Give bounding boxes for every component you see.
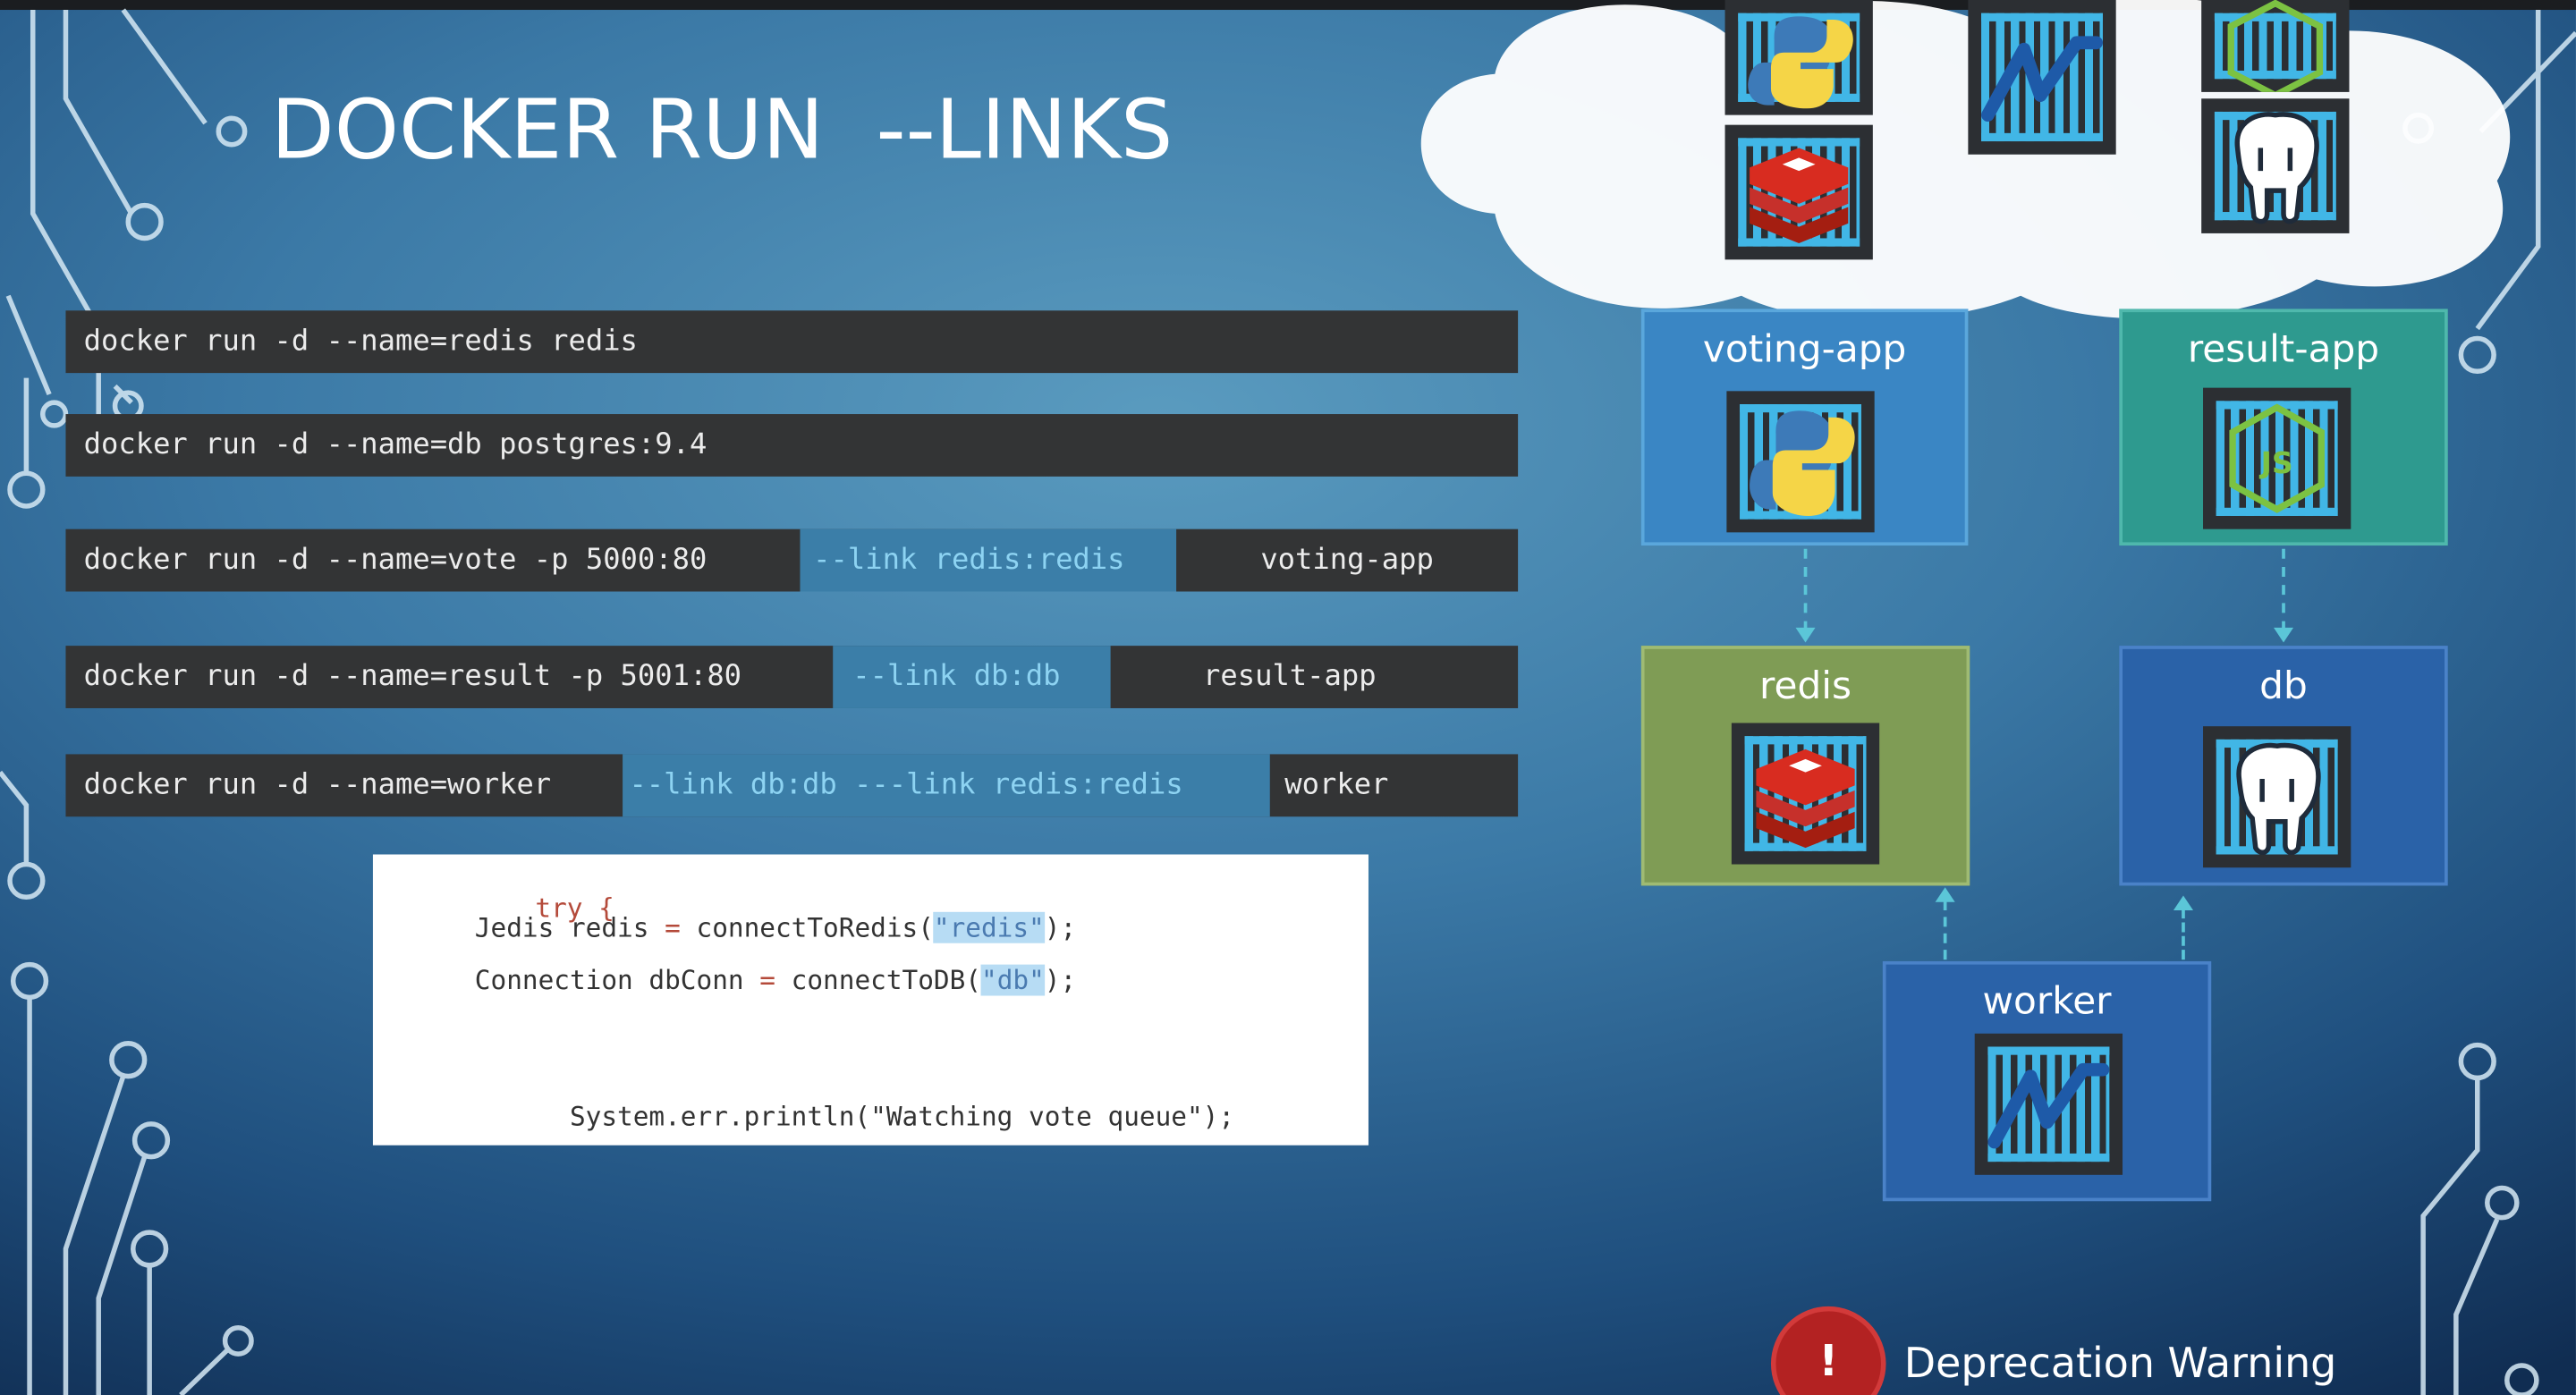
code-text: ); <box>1044 964 1077 996</box>
code-text: ); <box>1044 911 1077 943</box>
code-text: System.err.println("Watching vote queue"… <box>569 1101 1235 1133</box>
box-label: worker <box>1982 980 2112 1024</box>
image-name: worker <box>1284 768 1389 802</box>
warning-symbol: ! <box>1818 1337 1839 1387</box>
command-text: docker run -d --name=db postgres:9.4 <box>83 428 708 462</box>
python-icon <box>1748 16 1853 109</box>
python-icon <box>1750 410 1855 516</box>
dotnet-container <box>1974 1033 2123 1175</box>
code-operator: = <box>665 911 681 943</box>
link-flag: --link db:db ---link redis:redis <box>623 754 1270 817</box>
box-label: voting-app <box>1702 328 1907 372</box>
command-row-result: docker run -d --name=result -p 5001:80 -… <box>65 646 1519 708</box>
command-row-vote: docker run -d --name=vote -p 5000:80 --l… <box>65 528 1519 592</box>
code-text: connectToRedis( <box>680 911 934 943</box>
code-highlight: "db" <box>980 964 1045 996</box>
image-name: result-app <box>1203 660 1377 694</box>
result-app-box: result-app JS <box>2119 309 2448 546</box>
link-flag: --link db:db <box>833 646 1111 708</box>
arrow-head-icon <box>2273 627 2294 643</box>
image-name: voting-app <box>1260 544 1434 577</box>
worker-box: worker <box>1882 960 2212 1202</box>
cloud-nodejs-container <box>2201 0 2350 92</box>
redis-box: redis <box>1640 646 1970 886</box>
code-text: Connection dbConn <box>474 964 760 996</box>
python-container <box>1726 391 1875 533</box>
command-row-redis: docker run -d --name=redis redis <box>65 310 1519 374</box>
postgres-icon <box>2234 112 2319 224</box>
command-text: docker run -d --name=vote -p 5000:80 <box>83 544 708 577</box>
box-label: db <box>2259 665 2308 708</box>
command-text: docker run -d --name=result -p 5001:80 <box>83 660 742 694</box>
code-line: Connection dbConn = connectToDB("db"); <box>474 964 1077 996</box>
code-text: connectToDB( <box>775 964 981 996</box>
slide-title: DOCKER RUN --LINKS <box>271 81 1174 178</box>
arrow-head-icon <box>1935 887 1955 902</box>
redis-container <box>1731 723 1880 865</box>
svg-text:JS: JS <box>2259 445 2293 480</box>
redis-icon <box>1750 148 1849 243</box>
link-flag: --link redis:redis <box>800 528 1177 592</box>
arrow-worker-to-redis <box>1943 900 1947 960</box>
code-text: Jedis redis <box>474 911 665 943</box>
command-row-db: docker run -d --name=db postgres:9.4 <box>65 414 1519 477</box>
code-highlight: "redis" <box>933 911 1045 943</box>
nodejs-container: JS <box>2203 387 2351 529</box>
deprecation-warning-text: Deprecation Warning <box>1903 1339 2337 1387</box>
slide: DOCKER RUN --LINKS docker run -d --name=… <box>0 0 2576 1395</box>
command-text: docker run -d --name=worker <box>83 768 552 802</box>
code-snippet: try { Jedis redis = connectToRedis("redi… <box>372 854 1368 1146</box>
postgres-container <box>2203 726 2351 868</box>
box-label: result-app <box>2187 328 2380 372</box>
arrow-head-icon <box>1795 627 1816 643</box>
cloud-dotnet-container <box>1968 0 2116 155</box>
code-operator: = <box>759 964 775 996</box>
arrow-result-to-db <box>2282 548 2285 631</box>
redis-icon <box>1756 748 1855 849</box>
cloud-redis-container <box>1724 124 1873 260</box>
cloud-python-container <box>1724 0 1873 115</box>
postgres-icon <box>2236 742 2321 855</box>
arrow-worker-to-db <box>2182 909 2185 960</box>
dotnet-icon <box>1987 1062 2110 1149</box>
nodejs-icon: JS <box>2229 403 2325 513</box>
cloud-postgres-container <box>2201 98 2350 233</box>
nodejs-icon <box>2227 0 2324 92</box>
arrow-voting-to-redis <box>1803 548 1808 631</box>
command-row-worker: docker run -d --name=worker --link db:db… <box>65 754 1519 817</box>
arrow-head-icon <box>2173 895 2193 910</box>
db-box: db <box>2119 646 2448 886</box>
code-line: Jedis redis = connectToRedis("redis"); <box>474 911 1077 943</box>
dotnet-icon <box>1981 36 2103 122</box>
voting-app-box: voting-app <box>1640 309 1969 546</box>
command-text: docker run -d --name=redis redis <box>83 325 638 359</box>
code-line: System.err.println("Watching vote queue"… <box>475 1070 1234 1163</box>
box-label: redis <box>1759 665 1852 708</box>
